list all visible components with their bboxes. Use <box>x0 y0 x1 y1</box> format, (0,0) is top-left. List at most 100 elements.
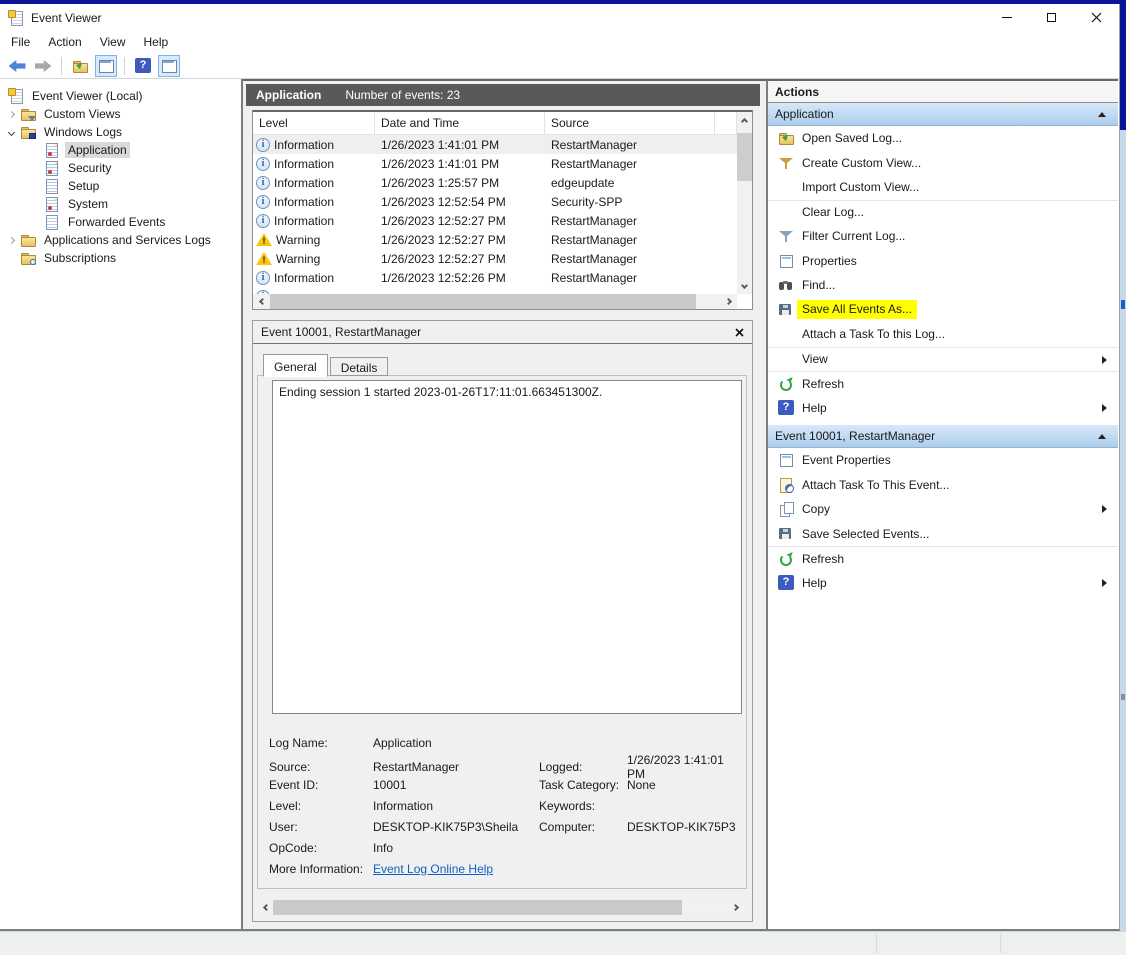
action-view[interactable]: View <box>768 347 1118 372</box>
event-row[interactable]: Information1/26/2023 1:41:01 PMRestartMa… <box>253 154 737 173</box>
scroll-down-button[interactable] <box>737 278 752 294</box>
event-description[interactable]: Ending session 1 started 2023-01-26T17:1… <box>272 380 742 714</box>
tree-item-system[interactable]: System <box>0 195 241 213</box>
action-filter-current-log[interactable]: Filter Current Log... <box>768 224 1118 249</box>
tree-item-windows-logs[interactable]: Windows Logs <box>0 123 241 141</box>
action-refresh[interactable]: Refresh <box>768 546 1118 571</box>
actions-group-header-application[interactable]: Application <box>768 103 1118 126</box>
event-level-cell: Information <box>253 195 375 209</box>
bottom-strip-divider <box>876 934 877 953</box>
actions-group-header-event-10001-restartmanager[interactable]: Event 10001, RestartManager <box>768 425 1118 448</box>
forward-button[interactable] <box>32 55 54 77</box>
results-pane: Application Number of events: 23 LevelDa… <box>243 79 766 929</box>
menu-file[interactable]: File <box>2 32 39 52</box>
action-event-properties[interactable]: Event Properties <box>768 448 1118 473</box>
find-icon <box>778 277 794 293</box>
tab-general[interactable]: General <box>263 354 328 377</box>
scroll-left-button[interactable] <box>257 900 273 915</box>
action-refresh[interactable]: Refresh <box>768 371 1118 396</box>
column-header-source[interactable]: Source <box>545 112 715 134</box>
maximize-button[interactable] <box>1029 4 1074 31</box>
event-row[interactable]: Warning1/26/2023 12:52:27 PMRestartManag… <box>253 230 737 249</box>
actions-groups: ApplicationOpen Saved Log...Create Custo… <box>768 103 1118 595</box>
log-plain-icon <box>44 178 60 194</box>
event-level-cell: Warning <box>253 232 375 248</box>
scrollbar-thumb[interactable] <box>270 294 696 309</box>
preview-horizontal-scrollbar[interactable] <box>257 900 744 915</box>
tree-item-forwarded-events[interactable]: Forwarded Events <box>0 213 241 231</box>
title-bar[interactable]: Event Viewer <box>0 4 1119 31</box>
action-create-custom-view[interactable]: Create Custom View... <box>768 151 1118 176</box>
info-icon <box>256 271 270 285</box>
scroll-right-button[interactable] <box>721 294 737 309</box>
menu-help[interactable]: Help <box>135 32 178 52</box>
action-label: View <box>802 352 828 366</box>
info-icon <box>256 195 270 209</box>
tree-item-label: Windows Logs <box>41 124 125 140</box>
action-help[interactable]: Help <box>768 571 1118 596</box>
chevron-down-icon <box>741 281 748 288</box>
action-save-selected-events[interactable]: Save Selected Events... <box>768 522 1118 547</box>
tree-item-application[interactable]: Application <box>0 141 241 159</box>
action-attach-task-to-this-event[interactable]: Attach Task To This Event... <box>768 473 1118 498</box>
event-list-horizontal-scrollbar[interactable] <box>253 294 737 309</box>
event-row[interactable] <box>253 287 737 294</box>
folder-icon <box>20 250 36 266</box>
event-list-vertical-scrollbar[interactable] <box>737 112 752 294</box>
submenu-arrow-icon <box>1102 356 1107 364</box>
expand-chevron-icon[interactable] <box>8 110 15 117</box>
collapse-triangle-icon[interactable] <box>1098 112 1106 117</box>
tree-item-applications-and-services-logs[interactable]: Applications and Services Logs <box>0 231 241 249</box>
minimize-button[interactable] <box>984 4 1029 31</box>
tab-details[interactable]: Details <box>330 357 389 376</box>
action-label: Filter Current Log... <box>802 229 905 243</box>
menu-action[interactable]: Action <box>39 32 90 52</box>
close-button[interactable] <box>1074 4 1119 31</box>
menu-bar: FileActionViewHelp <box>0 31 1119 53</box>
expand-chevron-icon[interactable] <box>8 236 15 243</box>
tree-item-setup[interactable]: Setup <box>0 177 241 195</box>
menu-view[interactable]: View <box>91 32 135 52</box>
event-row[interactable]: Information1/26/2023 12:52:54 PMSecurity… <box>253 192 737 211</box>
event-row[interactable]: Warning1/26/2023 12:52:27 PMRestartManag… <box>253 249 737 268</box>
refresh-icon <box>778 551 794 567</box>
event-log-online-help-link[interactable]: Event Log Online Help <box>373 862 493 876</box>
tree-item-event-viewer-local[interactable]: Event Viewer (Local) <box>0 87 241 105</box>
filter-icon <box>778 228 794 244</box>
event-list: LevelDate and TimeSource Information1/26… <box>252 110 753 310</box>
close-preview-button[interactable] <box>735 328 744 337</box>
tree-item-subscriptions[interactable]: Subscriptions <box>0 249 241 267</box>
action-copy[interactable]: Copy <box>768 497 1118 522</box>
scroll-left-button[interactable] <box>253 294 269 309</box>
tree-item-security[interactable]: Security <box>0 159 241 177</box>
scrollbar-thumb[interactable] <box>273 900 682 915</box>
help-button[interactable] <box>132 55 154 77</box>
scroll-right-button[interactable] <box>728 900 744 915</box>
event-row[interactable]: Information1/26/2023 1:25:57 PMedgeupdat… <box>253 173 737 192</box>
event-row[interactable]: Information1/26/2023 12:52:26 PMRestartM… <box>253 268 737 287</box>
scrollbar-thumb[interactable] <box>737 133 752 181</box>
action-open-saved-log[interactable]: Open Saved Log... <box>768 126 1118 151</box>
tree-item-label: Forwarded Events <box>65 214 168 230</box>
action-import-custom-view[interactable]: Import Custom View... <box>768 175 1118 200</box>
action-find[interactable]: Find... <box>768 273 1118 298</box>
show-action-pane-button[interactable] <box>158 55 180 77</box>
action-properties[interactable]: Properties <box>768 249 1118 274</box>
column-header-level[interactable]: Level <box>253 112 375 134</box>
detail-value: RestartManager <box>373 760 539 774</box>
action-attach-a-task-to-this-log[interactable]: Attach a Task To this Log... <box>768 322 1118 347</box>
open-saved-log-button[interactable] <box>69 55 91 77</box>
show-console-tree-button[interactable] <box>95 55 117 77</box>
action-clear-log[interactable]: Clear Log... <box>768 200 1118 225</box>
back-button[interactable] <box>6 55 28 77</box>
tree-item-custom-views[interactable]: Custom Views <box>0 105 241 123</box>
scroll-up-button[interactable] <box>737 112 752 128</box>
collapse-triangle-icon[interactable] <box>1098 434 1106 439</box>
collapse-chevron-icon[interactable] <box>8 128 15 135</box>
event-row[interactable]: Information1/26/2023 1:41:01 PMRestartMa… <box>253 135 737 154</box>
action-help[interactable]: Help <box>768 396 1118 421</box>
event-level-text: Information <box>274 157 334 171</box>
column-header-date-and-time[interactable]: Date and Time <box>375 112 545 134</box>
event-row[interactable]: Information1/26/2023 12:52:27 PMRestartM… <box>253 211 737 230</box>
action-save-all-events-as[interactable]: Save All Events As... <box>768 298 1118 323</box>
